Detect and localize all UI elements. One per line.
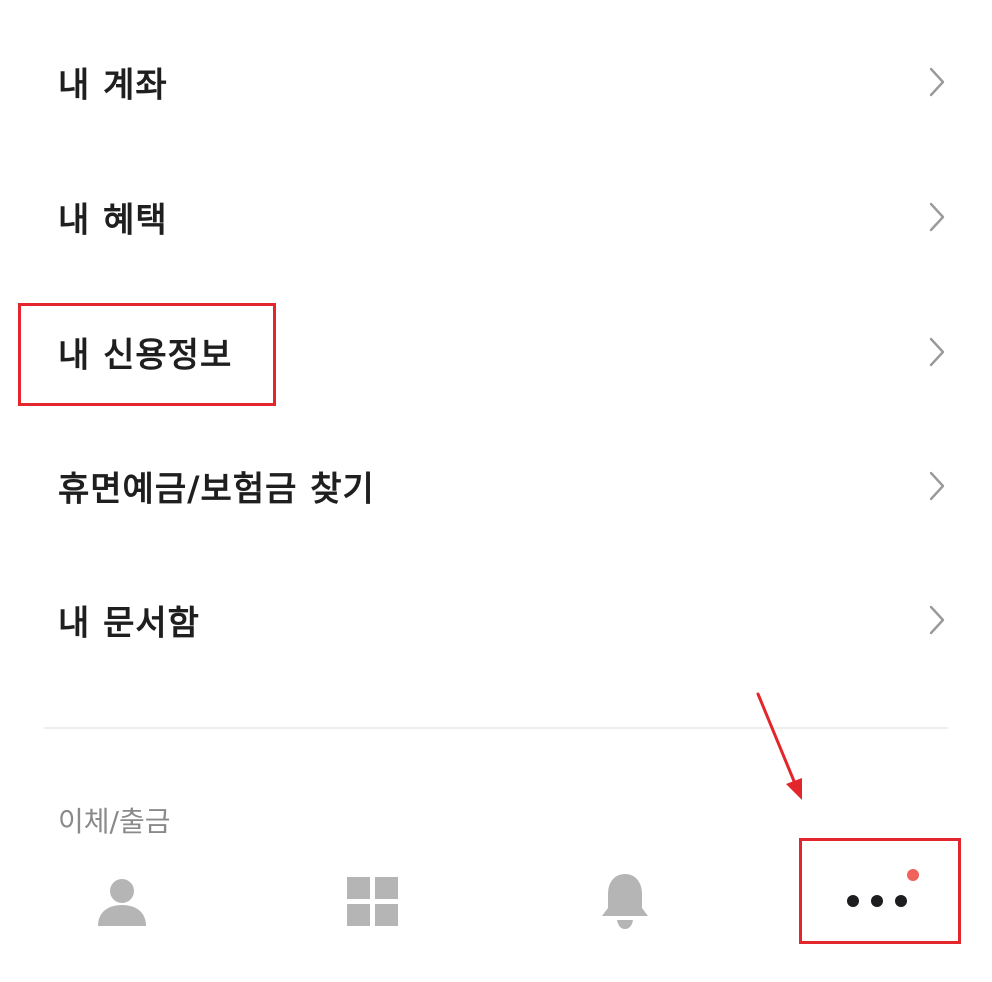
bottom-tab-bar bbox=[0, 838, 992, 982]
menu-item-my-documents[interactable]: 내 문서함 bbox=[0, 560, 992, 680]
tab-more[interactable] bbox=[812, 838, 942, 982]
chevron-right-icon bbox=[929, 471, 945, 501]
menu-item-label: 내 혜택 bbox=[58, 200, 168, 241]
section-header-transfer: 이체/출금 bbox=[58, 805, 171, 838]
more-dots-icon bbox=[847, 895, 907, 907]
chevron-right-icon bbox=[929, 605, 945, 635]
tab-profile[interactable] bbox=[56, 838, 186, 982]
bell-icon bbox=[602, 874, 648, 929]
chevron-right-icon bbox=[929, 67, 945, 97]
menu-item-my-account[interactable]: 내 계좌 bbox=[0, 22, 992, 142]
menu-item-my-credit-info[interactable]: 내 신용정보 bbox=[0, 292, 992, 412]
menu-item-dormant-deposit-search[interactable]: 휴면예금/보험금 찾기 bbox=[0, 426, 992, 546]
grid-icon bbox=[347, 877, 398, 926]
menu-item-my-benefits[interactable]: 내 혜택 bbox=[0, 157, 992, 277]
section-divider bbox=[44, 727, 948, 729]
annotation-arrow-icon bbox=[756, 692, 802, 800]
tab-notifications[interactable] bbox=[560, 838, 690, 982]
menu-item-label: 내 문서함 bbox=[58, 603, 200, 644]
notification-badge-icon bbox=[907, 869, 919, 881]
menu-item-label: 내 신용정보 bbox=[58, 335, 233, 376]
tab-all-menu[interactable] bbox=[307, 838, 437, 982]
chevron-right-icon bbox=[929, 337, 945, 367]
menu-item-label: 휴면예금/보험금 찾기 bbox=[58, 469, 375, 510]
menu-item-label: 내 계좌 bbox=[58, 65, 168, 106]
person-icon bbox=[98, 879, 146, 926]
chevron-right-icon bbox=[929, 202, 945, 232]
